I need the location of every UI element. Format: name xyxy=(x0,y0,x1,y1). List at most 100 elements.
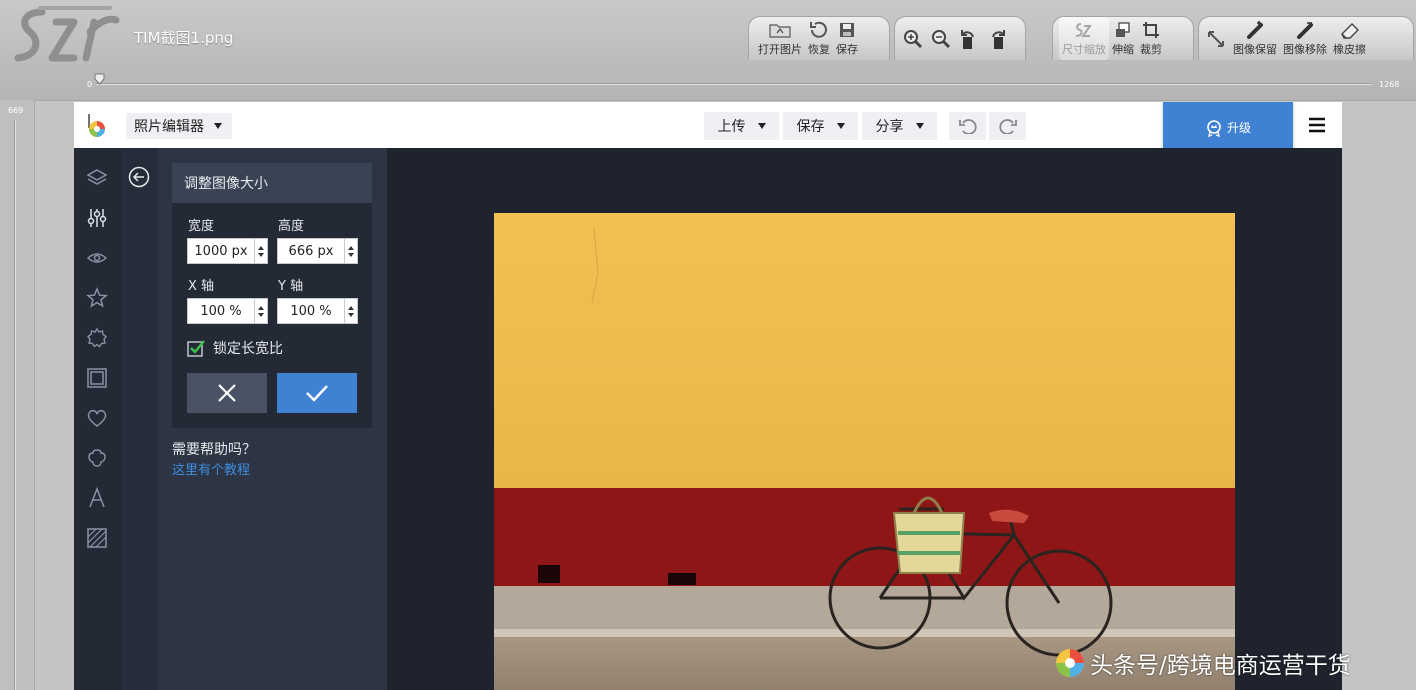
open-folder-icon xyxy=(769,24,791,38)
brush-plus-icon xyxy=(1247,21,1263,39)
height-input[interactable]: 666 px xyxy=(277,238,358,264)
chevron-down-icon xyxy=(836,123,845,129)
resize-panel: 调整图像大小 宽度 高度 1000 px 666 px X 轴 Y 轴 100 … xyxy=(158,148,387,690)
height-label: 高度 xyxy=(278,219,305,234)
gear-badge-icon[interactable] xyxy=(86,327,108,349)
vertical-zoom-slider[interactable] xyxy=(14,120,16,690)
editor-tool-bar xyxy=(74,148,122,690)
slider-handle-icon[interactable] xyxy=(94,73,105,85)
resize-button[interactable]: 尺寸缩放 xyxy=(1059,17,1109,60)
width-label: 宽度 xyxy=(188,219,215,234)
expand-arrows-icon xyxy=(1208,30,1224,47)
undo-button[interactable] xyxy=(949,112,986,140)
frame-icon[interactable] xyxy=(86,367,108,389)
width-input[interactable]: 1000 px xyxy=(187,238,268,264)
hamburger-menu-icon[interactable] xyxy=(1308,116,1326,134)
bicycle-photo xyxy=(494,213,1235,690)
height-stepper[interactable] xyxy=(344,239,357,263)
view-toolbar-group xyxy=(894,16,1026,60)
redo-button[interactable] xyxy=(989,112,1026,140)
flower-icon[interactable] xyxy=(86,447,108,469)
chevron-down-icon xyxy=(214,123,222,129)
star-icon[interactable] xyxy=(86,287,108,309)
fit-button[interactable] xyxy=(1202,17,1230,60)
rotate-right-button[interactable] xyxy=(983,17,1011,60)
szr-small-icon xyxy=(1075,23,1092,37)
texture-icon[interactable] xyxy=(86,527,108,549)
y-scale-input[interactable]: 100 % xyxy=(277,298,358,324)
image-canvas[interactable] xyxy=(387,148,1342,690)
stretch-button[interactable]: 伸缩 xyxy=(1109,17,1137,60)
file-toolbar-group: 打开图片 恢复 保存 xyxy=(748,16,890,60)
watermark-logo-icon xyxy=(1056,649,1084,677)
crown-badge-icon xyxy=(1207,119,1221,137)
undo-icon xyxy=(958,119,977,134)
horizontal-zoom-slider[interactable] xyxy=(96,83,1371,85)
rotate-left-icon xyxy=(961,29,974,49)
transform-toolbar-group: 尺寸缩放 伸缩 裁剪 xyxy=(1052,16,1194,60)
app-selector-dropdown[interactable]: 照片编辑器 xyxy=(126,113,232,139)
chevron-down-icon xyxy=(757,123,766,129)
zoom-in-icon xyxy=(904,29,923,48)
file-title: TIM截图1.png xyxy=(134,29,234,47)
zoom-in-button[interactable] xyxy=(899,17,927,60)
close-icon xyxy=(218,384,236,402)
heart-icon[interactable] xyxy=(86,407,108,429)
y-scale-stepper[interactable] xyxy=(344,299,357,323)
crop-button[interactable]: 裁剪 xyxy=(1137,17,1165,60)
resize-card: 调整图像大小 宽度 高度 1000 px 666 px X 轴 Y 轴 100 … xyxy=(172,163,372,428)
crop-icon xyxy=(1143,22,1159,38)
keep-image-button[interactable]: 图像保留 xyxy=(1230,17,1280,60)
editor-logo-icon xyxy=(88,114,105,137)
check-icon xyxy=(306,385,328,402)
szr-logo-icon xyxy=(14,6,120,62)
x-axis-label: X 轴 xyxy=(188,279,215,294)
rotate-right-icon xyxy=(992,29,1005,49)
photo-editor: 照片编辑器 上传 保存 分享 升级 调整图像大小 宽度 高度 1000 px 6… xyxy=(74,102,1342,690)
brush-minus-icon xyxy=(1297,22,1313,39)
zoom-out-button[interactable] xyxy=(927,17,955,60)
checkmark-icon[interactable] xyxy=(187,339,205,357)
tutorial-link[interactable]: 这里有个教程 xyxy=(172,459,250,478)
panel-back-bar xyxy=(122,148,158,690)
help-title: 需要帮助吗？ xyxy=(172,442,256,458)
width-stepper[interactable] xyxy=(254,239,267,263)
back-arrow-icon[interactable] xyxy=(128,166,150,188)
x-scale-stepper[interactable] xyxy=(254,299,267,323)
editor-header: 照片编辑器 上传 保存 分享 升级 xyxy=(74,102,1342,153)
cancel-button[interactable] xyxy=(187,373,267,413)
app-toolbar: TIM截图1.png 打开图片 恢复 保存 尺寸缩放 伸缩 裁剪 图像保留 图像… xyxy=(0,0,1416,100)
selection-toolbar-group: 图像保留 图像移除 橡皮擦 xyxy=(1198,16,1414,60)
lock-aspect-ratio-row[interactable]: 锁定长宽比 xyxy=(187,338,283,358)
stretch-icon xyxy=(1116,22,1130,37)
x-scale-input[interactable]: 100 % xyxy=(187,298,268,324)
slider-min-value: 0 xyxy=(87,80,93,89)
restore-icon xyxy=(810,21,827,38)
redo-icon xyxy=(998,119,1017,134)
y-axis-label: Y 轴 xyxy=(278,279,304,294)
apply-button[interactable] xyxy=(277,373,357,413)
save-disk-icon xyxy=(840,23,854,37)
upload-menu[interactable]: 上传 xyxy=(704,112,779,140)
panel-title: 调整图像大小 xyxy=(172,163,372,203)
lock-aspect-ratio-label: 锁定长宽比 xyxy=(213,341,283,357)
adjust-icon[interactable] xyxy=(86,207,108,229)
vertical-slider-value: 669 xyxy=(8,106,24,115)
layers-icon[interactable] xyxy=(86,167,108,189)
save-menu[interactable]: 保存 xyxy=(783,112,858,140)
watermark: 头条号/跨境电商运营干货 xyxy=(1054,646,1351,680)
open-image-button[interactable]: 打开图片 xyxy=(755,17,805,60)
upgrade-button[interactable]: 升级 xyxy=(1163,102,1293,153)
eye-icon[interactable] xyxy=(86,247,108,269)
share-menu[interactable]: 分享 xyxy=(862,112,937,140)
zoom-out-icon xyxy=(932,29,951,48)
rotate-left-button[interactable] xyxy=(955,17,983,60)
text-icon[interactable] xyxy=(86,487,108,509)
chevron-down-icon xyxy=(915,123,924,129)
restore-button[interactable]: 恢复 xyxy=(805,17,833,60)
slider-max-value: 1268 xyxy=(1379,80,1400,89)
eraser-button[interactable]: 橡皮擦 xyxy=(1330,17,1369,60)
remove-image-button[interactable]: 图像移除 xyxy=(1280,17,1330,60)
eraser-icon xyxy=(1340,23,1359,39)
save-button[interactable]: 保存 xyxy=(833,17,861,60)
